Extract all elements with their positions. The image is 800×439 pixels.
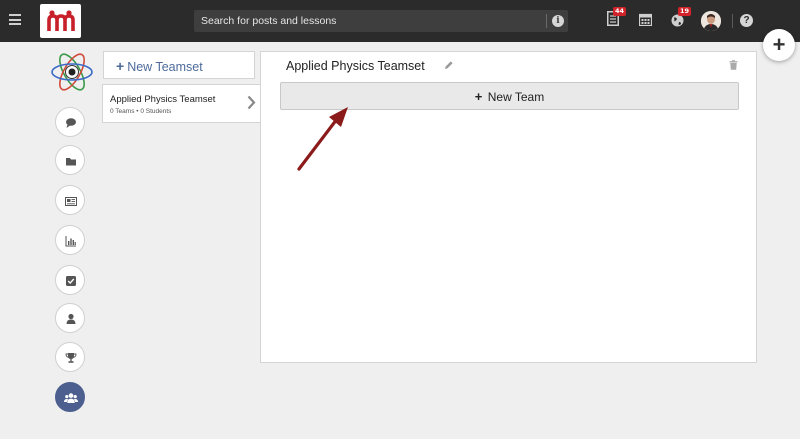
- bar-chart-icon: [65, 236, 76, 247]
- calendar-icon[interactable]: [638, 13, 653, 31]
- avatar[interactable]: [701, 11, 721, 31]
- folder-icon: [66, 158, 76, 166]
- search-input[interactable]: Search for posts and lessons i: [194, 10, 568, 32]
- teamset-meta: 0 Teams • 0 Students: [110, 108, 172, 115]
- page-title: Applied Physics Teamset: [286, 59, 425, 73]
- rail-analytics-button[interactable]: [55, 225, 85, 255]
- annotation-arrow: [297, 107, 348, 171]
- rail-newspaper-button[interactable]: [55, 185, 85, 215]
- teamset-detail-panel: Applied Physics Teamset + New Team: [260, 51, 757, 363]
- divider: [546, 14, 547, 28]
- rail-user-button[interactable]: [55, 303, 85, 333]
- add-button[interactable]: +: [763, 29, 795, 61]
- search-placeholder: Search for posts and lessons: [201, 15, 337, 27]
- trash-icon[interactable]: [729, 60, 738, 70]
- new-team-label: New Team: [487, 90, 545, 104]
- notifications-badge: 19: [678, 7, 692, 16]
- rail-trophy-button[interactable]: [55, 342, 85, 372]
- new-teamset-label: New Teamset: [127, 60, 203, 74]
- plus-icon: +: [116, 58, 125, 74]
- user-icon: [66, 313, 76, 324]
- pencil-icon[interactable]: [444, 60, 454, 70]
- chevron-right-icon: [247, 95, 256, 110]
- trophy-icon: [65, 353, 77, 363]
- plus-icon: +: [474, 89, 483, 104]
- app-logo[interactable]: [40, 4, 81, 38]
- newspaper-icon: [65, 197, 77, 206]
- rail-teams-button[interactable]: [55, 382, 85, 412]
- course-logo[interactable]: [49, 49, 95, 95]
- new-teamset-button[interactable]: + New Teamset: [103, 51, 255, 79]
- teamset-list-item[interactable]: Applied Physics Teamset 0 Teams • 0 Stud…: [102, 84, 261, 123]
- help-icon[interactable]: ?: [740, 14, 753, 27]
- divider: [732, 14, 733, 28]
- info-icon[interactable]: i: [552, 15, 564, 27]
- teamset-name: Applied Physics Teamset: [110, 94, 216, 105]
- checkbox-icon: [66, 276, 76, 286]
- chat-icon: [66, 118, 76, 128]
- globe-icon[interactable]: [671, 14, 684, 32]
- rail-assignments-button[interactable]: [55, 265, 85, 295]
- menu-icon[interactable]: [9, 14, 21, 25]
- rail-folder-button[interactable]: [55, 145, 85, 175]
- top-bar: Search for posts and lessons i 44 19 ?: [0, 0, 800, 42]
- users-icon: [64, 393, 78, 403]
- posts-badge: 44: [613, 7, 627, 16]
- rail-chat-button[interactable]: [55, 107, 85, 137]
